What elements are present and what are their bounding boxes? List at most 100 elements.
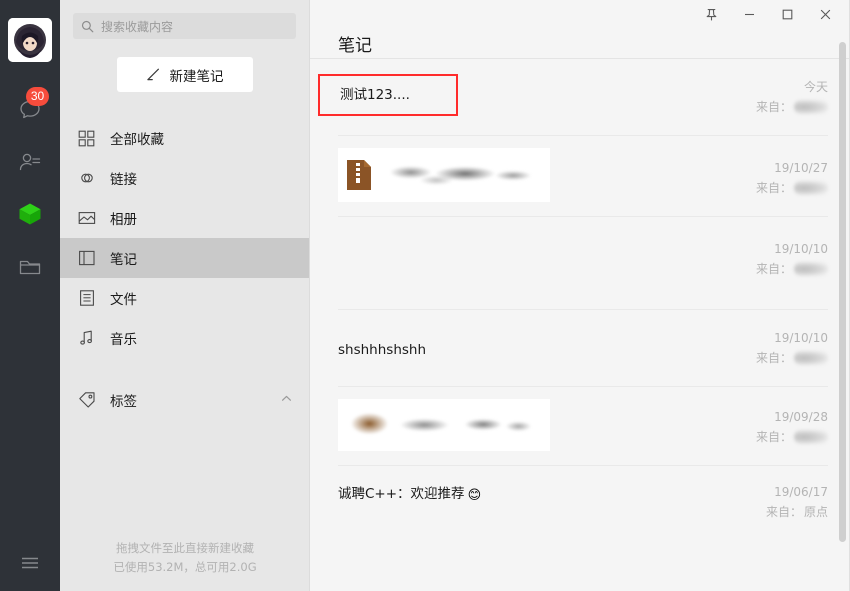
new-note-container: 新建笔记	[60, 39, 309, 92]
note-icon	[77, 249, 96, 268]
page-title: 笔记	[338, 35, 372, 56]
note-date: 今天	[803, 80, 828, 94]
from-label: 来自：	[765, 505, 802, 519]
note-date: 19/06/17	[774, 485, 828, 499]
search-placeholder: 搜索收藏内容	[101, 19, 174, 34]
row-content	[338, 237, 708, 263]
note-date: 19/10/10	[774, 331, 828, 345]
smile-emoji-icon: 😊	[467, 487, 482, 502]
table-row[interactable]: 19/10/27 来自：	[338, 136, 828, 217]
close-icon	[820, 9, 830, 19]
note-date: 19/10/10	[774, 242, 828, 256]
new-note-button[interactable]: 新建笔记	[116, 57, 253, 92]
row-content: shshhhshshh	[338, 326, 708, 360]
file-card[interactable]	[338, 148, 550, 202]
row-meta: 19/10/10 来自：	[708, 237, 828, 279]
sidebar-item-contacts[interactable]	[0, 136, 60, 188]
redacted-filename	[382, 162, 542, 188]
note-source: 来自：	[708, 97, 828, 117]
sidebar-item-label: 文件	[110, 292, 137, 308]
chevron-up-icon[interactable]	[280, 392, 293, 409]
sidebar-item-links[interactable]: 链接	[60, 158, 309, 198]
storage-text: 已使用53.2M，总可用2.0G	[113, 560, 257, 574]
redacted-source	[794, 430, 828, 444]
list-scrollbar[interactable]	[839, 42, 846, 562]
source-value: 原点	[803, 505, 828, 519]
menu-icon	[22, 557, 38, 569]
page-header: 笔记	[310, 28, 850, 58]
minimize-button[interactable]	[730, 1, 768, 27]
sidebar-item-music[interactable]: 音乐	[60, 318, 309, 358]
table-row[interactable]: shshhhshshh 19/10/10 来自：	[338, 310, 828, 387]
sidebar-item-label: 笔记	[110, 252, 137, 268]
sidebar-item-notes[interactable]: 笔记	[60, 238, 309, 278]
image-icon	[77, 209, 96, 228]
wechat-favorites-window: 30 搜索收藏内容 新建笔记 全部收藏 链接 相册 笔记 文件 音乐 标签 拖拽…	[0, 0, 850, 591]
highlight-box: 测试123....	[318, 74, 458, 116]
table-row[interactable]: 测试123.... 今天 来自：	[318, 59, 828, 136]
sidebar-item-files[interactable]: 文件	[60, 278, 309, 318]
note-source: 来自：	[708, 178, 828, 198]
sidebar-section-tags[interactable]: 标签	[60, 380, 309, 420]
from-label: 来自：	[755, 430, 792, 444]
row-content: 诚聘C++：欢迎推荐 😊	[338, 480, 708, 504]
search-input[interactable]: 搜索收藏内容	[73, 13, 296, 39]
nav-gap	[60, 358, 309, 380]
drag-hint-text: 拖拽文件至此直接新建收藏	[116, 541, 254, 555]
notes-list: 测试123.... 今天 来自： 19/10/27 来自： 19/10/10 来…	[310, 59, 850, 591]
table-row[interactable]: 19/10/10 来自：	[338, 217, 828, 310]
pencil-icon	[146, 68, 159, 81]
minimize-icon	[744, 13, 754, 15]
file-icon	[77, 289, 96, 308]
pin-icon	[706, 8, 716, 21]
user-avatar[interactable]	[8, 18, 52, 62]
titlebar	[310, 0, 850, 28]
sidebar-item-all-favorites[interactable]: 全部收藏	[60, 118, 309, 158]
redacted-source	[794, 100, 828, 114]
from-label: 来自：	[755, 100, 792, 114]
table-row[interactable]: 诚聘C++：欢迎推荐 😊 19/06/17 来自： 原点	[338, 466, 828, 536]
note-source: 来自：	[708, 348, 828, 368]
tag-icon	[77, 391, 96, 410]
close-button[interactable]	[806, 1, 844, 27]
zip-file-icon	[347, 160, 371, 190]
sidebar-item-label: 全部收藏	[110, 132, 164, 148]
pin-button[interactable]	[692, 1, 730, 27]
scrollbar-thumb[interactable]	[839, 42, 846, 542]
search-icon	[81, 20, 94, 32]
redacted-image-content	[346, 412, 542, 438]
row-content	[338, 399, 708, 451]
redacted-source	[794, 181, 828, 195]
row-meta: 19/10/10 来自：	[708, 326, 828, 368]
maximize-button[interactable]	[768, 1, 806, 27]
image-card[interactable]	[338, 399, 550, 451]
sidebar-item-chat[interactable]: 30	[0, 84, 60, 136]
main-menu-button[interactable]	[0, 535, 60, 591]
from-label: 来自：	[755, 181, 792, 195]
sidebar-footer: 拖拽文件至此直接新建收藏 已使用53.2M，总可用2.0G	[60, 539, 310, 577]
music-icon	[77, 329, 96, 348]
from-label: 来自：	[755, 351, 792, 365]
table-row[interactable]: 19/09/28 来自：	[338, 387, 828, 466]
chat-unread-badge: 30	[26, 87, 49, 106]
sidebar-item-label: 音乐	[110, 332, 137, 348]
sidebar-item-files[interactable]	[0, 240, 60, 292]
note-title: 测试123....	[340, 87, 410, 103]
sidebar-item-favorites[interactable]	[0, 188, 60, 240]
note-source: 来自：	[708, 259, 828, 279]
note-source: 来自：	[708, 427, 828, 447]
favorites-box-icon	[19, 203, 41, 225]
note-date: 19/09/28	[774, 410, 828, 424]
favorites-nav: 全部收藏 链接 相册 笔记 文件 音乐 标签	[60, 118, 309, 420]
note-title: shshhhshshh	[338, 342, 427, 358]
avatar-image	[8, 18, 52, 62]
left-rail: 30	[0, 0, 60, 591]
maximize-icon	[782, 9, 792, 19]
sidebar-section-label: 标签	[110, 394, 137, 410]
note-date: 19/10/27	[774, 161, 828, 175]
redacted-source	[794, 262, 828, 276]
row-content	[338, 148, 708, 202]
sidebar-item-albums[interactable]: 相册	[60, 198, 309, 238]
main-panel: 笔记 测试123.... 今天 来自： 19/10/27 来自： 19/10/1…	[310, 0, 850, 591]
note-source: 来自： 原点	[708, 502, 828, 522]
